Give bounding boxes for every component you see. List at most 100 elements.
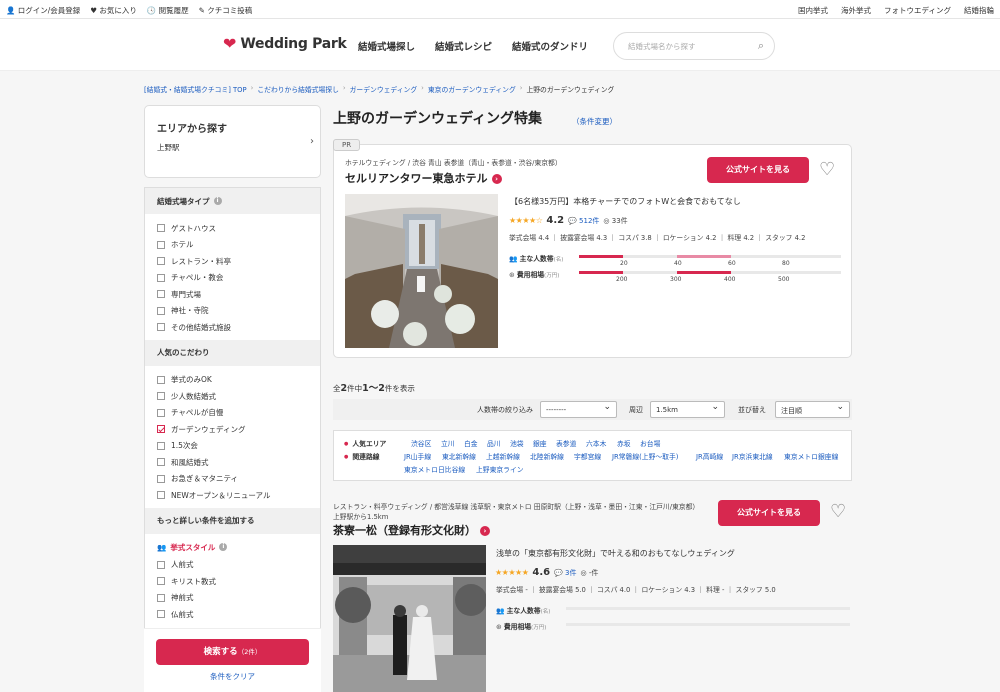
clear-conditions-link[interactable]: 条件をクリア [144, 671, 321, 682]
favorite-heart-icon[interactable]: ♡ [819, 161, 835, 179]
checkbox-icon[interactable] [157, 560, 165, 569]
review-count-link[interactable]: 💬 3件 [554, 568, 576, 578]
login-link[interactable]: 👤 ログイン/会員登録 [6, 5, 80, 16]
near-select[interactable]: 1.5km [650, 401, 725, 418]
checkbox-styles-0[interactable]: 人前式 [157, 557, 308, 574]
checkbox-icon[interactable] [157, 392, 165, 401]
link-lines_row1-0[interactable]: JR山手線 [404, 451, 431, 461]
link-lines_row1-5[interactable]: JR常磐線(上野〜取手) [612, 451, 678, 461]
venue-name[interactable]: 茶寮一松（登録有形文化財） › [333, 522, 490, 538]
sidebar-footer: 検索する（2件） 条件をクリア [144, 628, 321, 692]
link-lines_row1-2[interactable]: 上越新幹線 [486, 451, 520, 461]
link-popular_areas-8[interactable]: 赤坂 [617, 438, 631, 448]
official-site-button[interactable]: 公式サイトを見る [707, 157, 809, 183]
link-lines_row1-1[interactable]: 東北新幹線 [442, 451, 476, 461]
breadcrumb-current: 上野のガーデンウェディング [526, 86, 615, 94]
review-count-link[interactable]: 💬 512件 [568, 216, 599, 226]
checkbox-icon[interactable] [157, 323, 165, 332]
checkbox-types-4[interactable]: 専門式場 [157, 286, 308, 303]
checkbox-prefs-5[interactable]: 和風結婚式 [157, 454, 308, 471]
link-lines_row2-1[interactable]: 上野東京ライン [476, 464, 524, 474]
favorite-heart-icon[interactable]: ♡ [830, 503, 846, 521]
nav-schedule[interactable]: 結婚式のダンドリ [512, 39, 588, 53]
photo-count: ◎ 33件 [603, 216, 628, 225]
people-select[interactable]: -------- [540, 401, 617, 418]
checkbox-icon[interactable] [157, 610, 165, 619]
near-filter-label: 周辺 [629, 406, 643, 414]
link-lines_row1-6[interactable]: JR高崎線 [696, 451, 723, 461]
search-icon[interactable]: ⌕ [758, 39, 764, 53]
link-popular_areas-6[interactable]: 表参道 [556, 438, 576, 448]
checkbox-icon[interactable] [157, 425, 165, 434]
area-selector[interactable]: エリアから探す 上野駅 › [144, 105, 321, 178]
checkbox-icon[interactable] [157, 273, 165, 282]
checkbox-prefs-1[interactable]: 少人数結婚式 [157, 388, 308, 405]
search-button[interactable]: 検索する（2件） [156, 639, 309, 665]
checkbox-icon[interactable] [157, 441, 165, 450]
checkbox-styles-2[interactable]: 神前式 [157, 590, 308, 607]
link-popular_areas-3[interactable]: 品川 [487, 438, 501, 448]
venue-photo[interactable] [333, 545, 486, 692]
checkbox-icon[interactable] [157, 240, 165, 249]
checkbox-prefs-3[interactable]: ガーデンウェディング [157, 421, 308, 438]
link-popular_areas-4[interactable]: 池袋 [510, 438, 524, 448]
checkbox-prefs-6[interactable]: お急ぎ＆マタニティ [157, 471, 308, 488]
checkbox-icon[interactable] [157, 290, 165, 299]
checkbox-types-5[interactable]: 神社・寺院 [157, 303, 308, 320]
checkbox-prefs-7[interactable]: NEWオープン＆リニューアル [157, 487, 308, 504]
link-popular_areas-9[interactable]: お台場 [640, 438, 660, 448]
checkbox-prefs-2[interactable]: チャペルが自慢 [157, 405, 308, 422]
checkbox-icon[interactable] [157, 458, 165, 467]
checkbox-icon[interactable] [157, 375, 165, 384]
link-popular_areas-0[interactable]: 渋谷区 [411, 438, 431, 448]
checkbox-icon[interactable] [157, 224, 165, 233]
logo[interactable]: ❤ Wedding Park [223, 36, 347, 53]
checkbox-types-6[interactable]: その他結婚式施設 [157, 319, 308, 336]
link-popular_areas-2[interactable]: 白金 [464, 438, 478, 448]
breadcrumb-top[interactable]: [結婚式・結婚式場クチコミ] TOP [144, 84, 247, 94]
rating-row: ★★★★☆ 4.2 💬 512件 ◎ 33件 [509, 215, 628, 226]
checkbox-icon[interactable] [157, 593, 165, 602]
info-icon[interactable]: i [219, 543, 228, 551]
area-value: 上野駅 [157, 143, 180, 152]
link-lines_row2-0[interactable]: 東京メトロ日比谷線 [404, 464, 465, 474]
link-lines_row1-3[interactable]: 北陸新幹線 [530, 451, 564, 461]
sort-select[interactable]: 注目順 [775, 401, 850, 418]
checkbox-icon[interactable] [157, 474, 165, 483]
checkbox-styles-3[interactable]: 仏前式 [157, 606, 308, 623]
nav-recipe[interactable]: 結婚式レシピ [435, 39, 492, 53]
link-lines_row1-8[interactable]: 東京メトロ銀座線 [784, 451, 838, 461]
link-lines_row1-4[interactable]: 宇都宮線 [574, 451, 601, 461]
nav-venue-search[interactable]: 結婚式場探し [358, 39, 415, 53]
change-conditions-link[interactable]: （条件変更） [572, 116, 617, 127]
venue-photo[interactable] [345, 194, 498, 348]
breadcrumb-tokyo-garden[interactable]: 東京のガーデンウェディング [428, 84, 516, 94]
checkbox-icon[interactable] [157, 306, 165, 315]
link-lines_row1-7[interactable]: JR京浜東北線 [732, 451, 773, 461]
review-post-link[interactable]: ✎ クチコミ投稿 [199, 5, 253, 16]
official-site-button[interactable]: 公式サイトを見る [718, 500, 820, 526]
checkbox-icon[interactable] [157, 491, 165, 500]
checkbox-types-1[interactable]: ホテル [157, 237, 308, 254]
checkbox-prefs-4[interactable]: 1.5次会 [157, 438, 308, 455]
breadcrumb-search[interactable]: こだわりから結婚式場探し [257, 84, 339, 94]
rating-score: 4.2 [546, 215, 565, 226]
checkbox-icon[interactable] [157, 257, 165, 266]
venue-search-input[interactable]: 結婚式場名から探す ⌕ [613, 32, 775, 60]
history-link[interactable]: 🕓 閲覧履歴 [147, 5, 189, 16]
breadcrumb-garden[interactable]: ガーデンウェディング [350, 84, 418, 94]
checkbox-types-3[interactable]: チャペル・教会 [157, 270, 308, 287]
venue-name[interactable]: セルリアンタワー東急ホテル › [345, 170, 502, 186]
link-popular_areas-5[interactable]: 銀座 [533, 438, 547, 448]
checkbox-prefs-0[interactable]: 挙式のみOK [157, 372, 308, 389]
venue-category: ホテルウェディング / 渋谷 青山 表参道（青山・表参道・渋谷/東京都） [345, 159, 562, 167]
link-popular_areas-1[interactable]: 立川 [441, 438, 455, 448]
checkbox-icon[interactable] [157, 577, 165, 586]
checkbox-types-2[interactable]: レストラン・料亭 [157, 253, 308, 270]
checkbox-types-0[interactable]: ゲストハウス [157, 220, 308, 237]
checkbox-icon[interactable] [157, 408, 165, 417]
favorites-link[interactable]: ♥ お気に入り [90, 5, 137, 16]
checkbox-styles-1[interactable]: キリスト教式 [157, 573, 308, 590]
link-popular_areas-7[interactable]: 六本木 [586, 438, 606, 448]
info-icon[interactable]: i [213, 197, 222, 205]
